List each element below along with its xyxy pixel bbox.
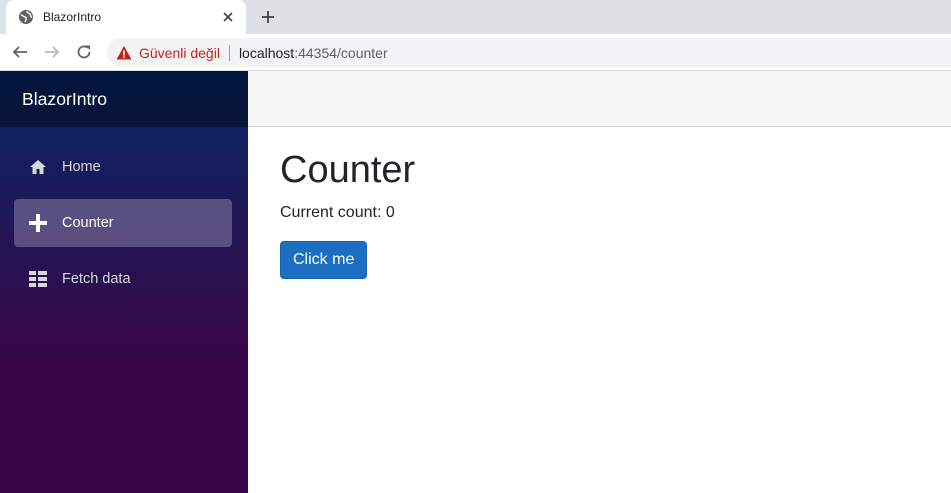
sidebar-item-label: Fetch data <box>62 271 131 287</box>
sidebar-item-home[interactable]: Home <box>14 143 232 191</box>
home-icon <box>28 157 48 177</box>
current-count-text: Current count: 0 <box>280 203 395 221</box>
page-title: Counter <box>280 149 416 191</box>
globe-icon <box>18 9 34 25</box>
top-row <box>248 71 951 127</box>
url-path: :44354/counter <box>294 44 388 61</box>
nav-menu: Home Counter Fetch data <box>0 127 248 303</box>
sidebar-item-fetch-data[interactable]: Fetch data <box>14 255 232 303</box>
address-bar[interactable]: Güvenli değil localhost:44354/counter <box>107 38 951 67</box>
back-arrow-icon[interactable] <box>8 40 32 64</box>
browser-toolbar: Güvenli değil localhost:44354/counter <box>0 34 951 71</box>
new-tab-icon[interactable] <box>256 5 280 29</box>
security-status-text[interactable]: Güvenli değil <box>139 45 220 61</box>
main-content: Counter Current count: 0 Click me <box>280 127 940 279</box>
warning-icon <box>116 45 132 61</box>
sidebar-item-label: Counter <box>62 215 114 231</box>
brand-link[interactable]: BlazorIntro <box>22 89 107 110</box>
plus-icon <box>28 213 48 233</box>
brand-bar: BlazorIntro <box>0 71 248 127</box>
browser-tab[interactable]: BlazorIntro <box>6 0 246 34</box>
click-me-button[interactable]: Click me <box>280 240 368 279</box>
close-icon[interactable] <box>216 5 240 29</box>
url-host: localhost <box>238 44 295 61</box>
sidebar-item-label: Home <box>62 159 101 175</box>
list-rich-icon <box>28 269 48 289</box>
reload-icon[interactable] <box>72 40 96 64</box>
tab-title: BlazorIntro <box>43 10 102 24</box>
forward-arrow-icon[interactable] <box>40 40 64 64</box>
sidebar: BlazorIntro Home Counter Fetch data <box>0 71 248 493</box>
browser-tab-strip: BlazorIntro <box>0 0 951 34</box>
omnibox-divider <box>228 44 230 61</box>
sidebar-item-counter[interactable]: Counter <box>14 199 232 247</box>
